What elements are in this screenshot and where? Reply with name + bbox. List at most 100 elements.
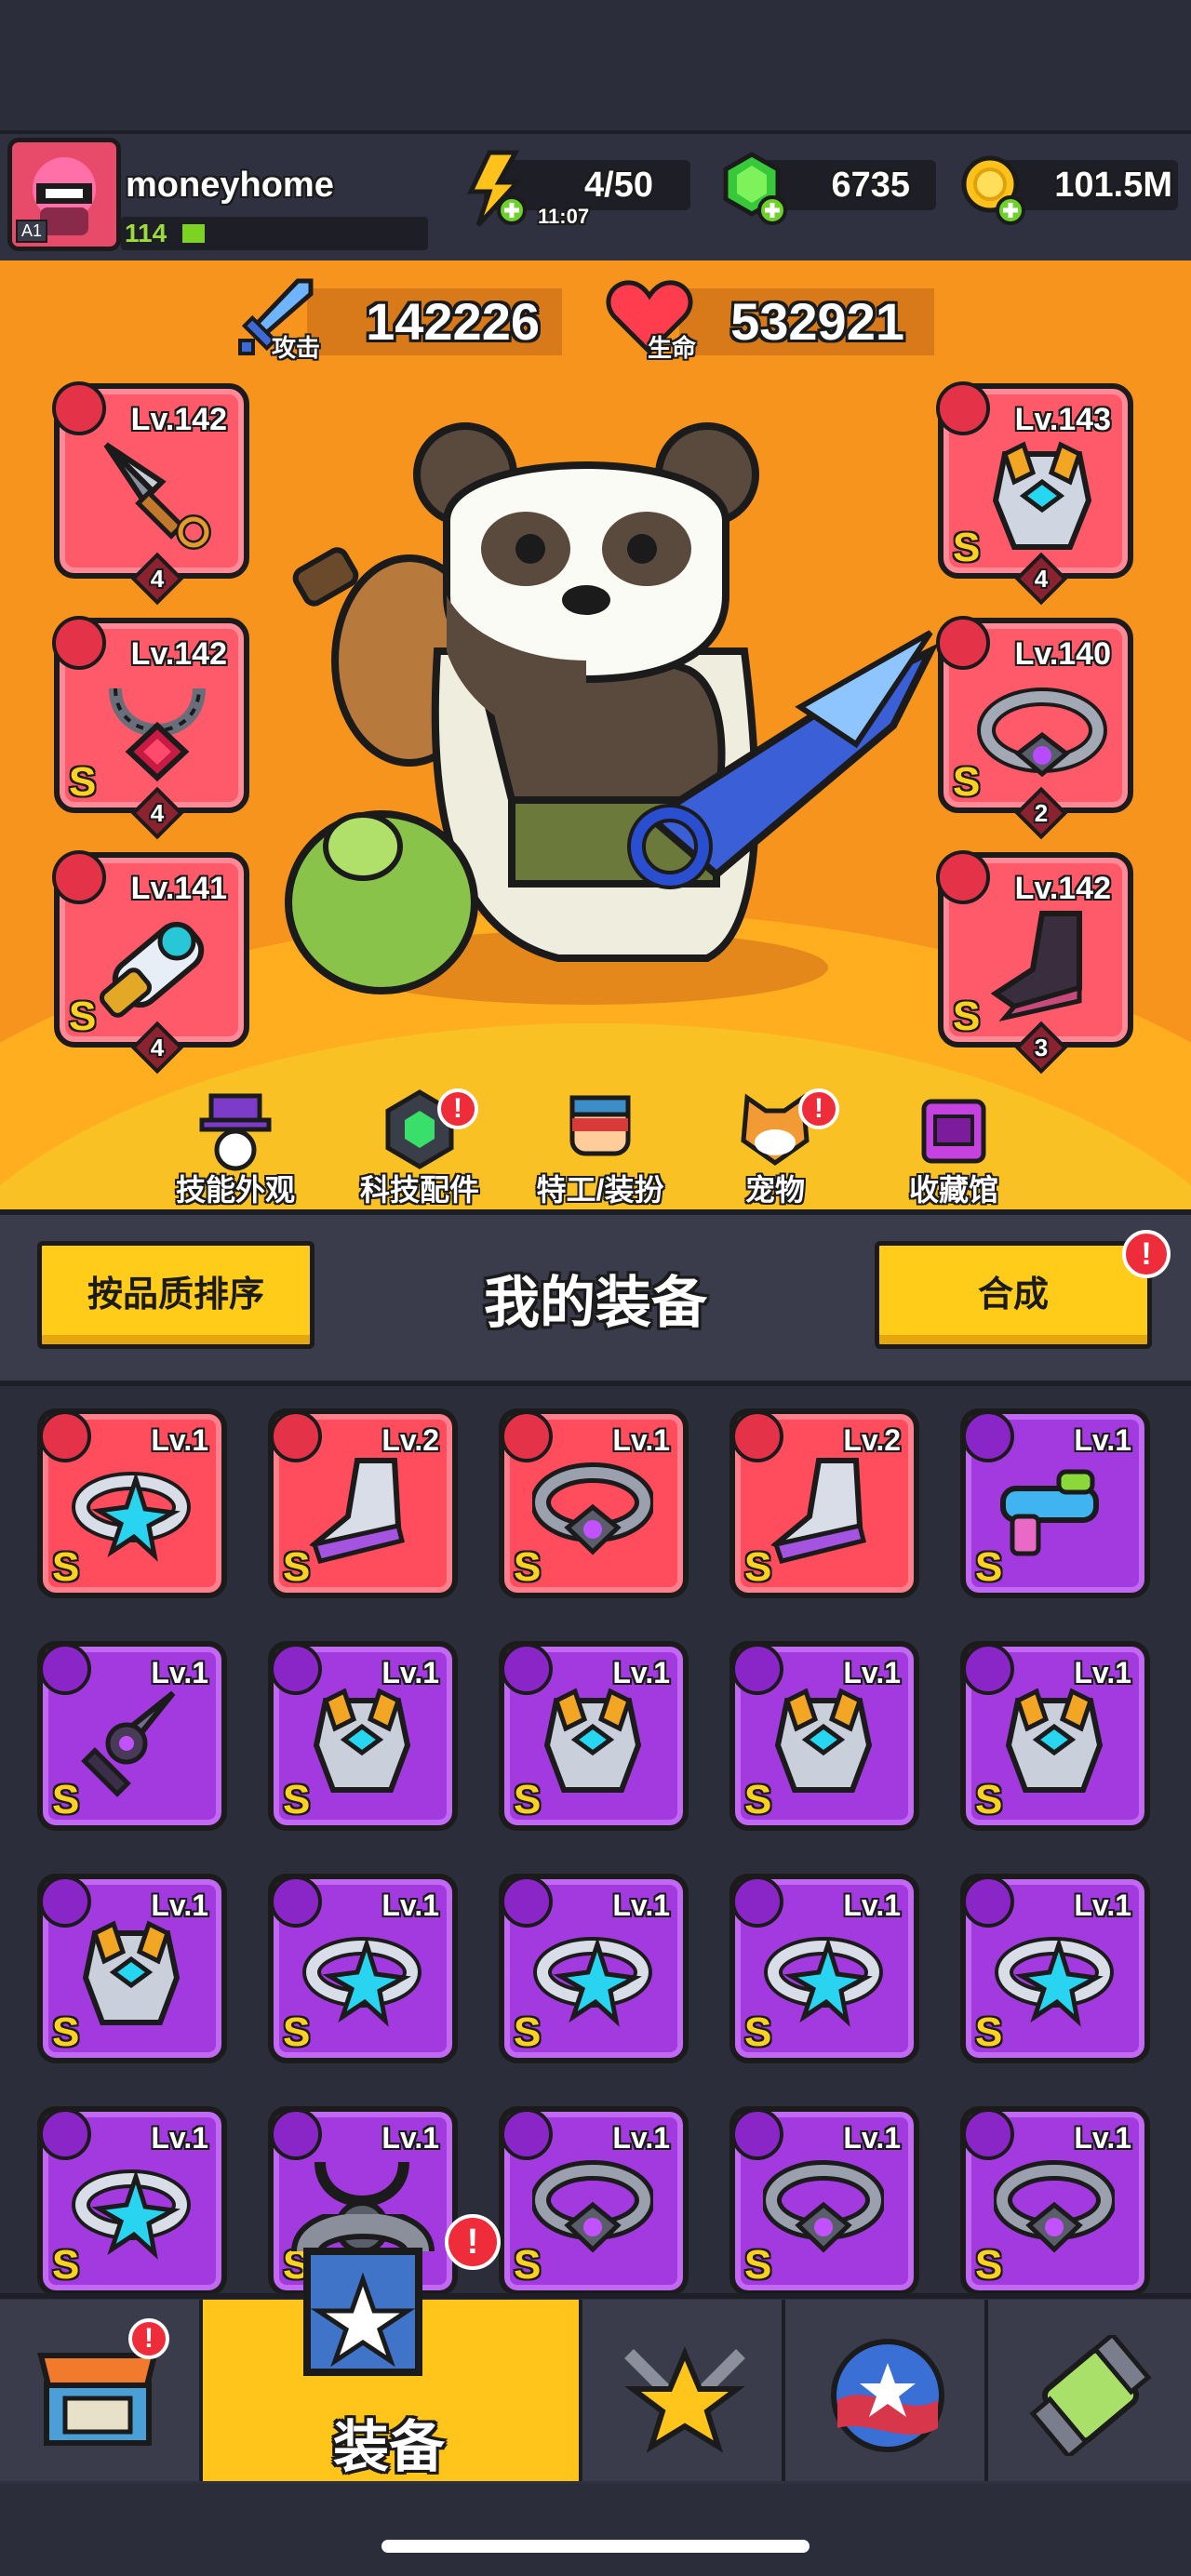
merge-alert-badge: ! [1122,1230,1171,1278]
gauntlet-icon [99,921,205,1018]
inventory-item[interactable]: Lv.1 S [960,2106,1150,2296]
glove-type-badge [52,850,106,904]
player-avatar[interactable]: A1 [7,138,121,251]
kunai-icon [103,442,211,550]
item-rank: S [283,1544,311,1590]
attack-label: 攻击 [272,334,321,362]
inventory-item[interactable]: Lv.1 S [960,1408,1150,1598]
agent-shortcut[interactable]: 特工/装扮 [521,1088,679,1209]
slot-level: Lv.141 [130,871,227,906]
boots-type-badge [936,850,990,904]
item-rank: S [514,2009,542,2055]
inventory-item[interactable]: Lv.1 S [268,1874,458,2063]
game-screen: { "player": {"name": "moneyhome", "level… [0,0,1191,2576]
inventory-item[interactable]: Lv.1 S [729,1874,919,2063]
gene-tube-icon [1029,2335,1152,2456]
armor-icon [82,1920,181,2025]
ring-icon [72,1471,191,1562]
inventory-item[interactable]: Lv.1 S [37,1408,227,1598]
inventory-item[interactable]: Lv.1 S [499,1874,689,2063]
armor-icon [313,1688,411,1793]
slot-level: Lv.142 [1014,871,1111,906]
armor-icon [1005,1688,1104,1793]
inventory-item[interactable]: Lv.1 S [729,2106,919,2296]
belt-type-badge [936,616,990,670]
inventory-item[interactable]: Lv.1 S [499,1408,689,1598]
equipped-weapon-slot[interactable]: Lv.142 4 [52,381,249,606]
equipped-belt-slot[interactable]: Lv.140 S 2 [936,616,1133,840]
merge-button[interactable]: 合成 [875,1241,1152,1349]
inventory-item[interactable]: Lv.2 S [729,1408,919,1598]
lightning-icon [467,150,527,227]
nav-tab-talent[interactable] [582,2300,785,2481]
necklace-type-badge [52,616,106,670]
nav-tab-gene[interactable] [988,2300,1191,2481]
nav-tab-shop[interactable]: ! [0,2300,203,2481]
talent-star-icon [624,2346,745,2453]
inventory-item[interactable]: Lv.2 S [268,1408,458,1598]
inventory-item[interactable]: Lv.1 S [499,1641,689,1831]
item-rank: S [744,2242,772,2288]
hp-value: 532921 [730,292,904,351]
slot-level: Lv.140 [1014,636,1111,672]
hp-label: 生命 [648,334,697,362]
inventory-item[interactable]: Lv.1 S [37,2106,227,2296]
inventory-title: 我的装备 [484,1272,707,1334]
item-rank: S [52,2242,80,2288]
sort-by-quality-button[interactable]: 按品质排序 [37,1241,314,1349]
armor-type-badge [936,381,990,435]
player-level: 114 [125,219,167,247]
nav-tab-battle[interactable] [785,2300,988,2481]
skill-skin-shortcut[interactable]: 技能外观 [156,1088,314,1209]
belt-icon [977,687,1107,778]
rank-label: S [953,994,981,1039]
inventory-item[interactable]: Lv.1 S [729,1641,919,1831]
inventory-item[interactable]: Lv.1 S [499,2106,689,2296]
belt-icon [532,1462,653,1555]
collection-shortcut[interactable]: 收藏馆 [875,1088,1033,1209]
shortcut-label: 宠物 [744,1173,805,1207]
rank-label: S [953,525,981,570]
necklace-icon [109,687,206,782]
ring-icon [533,1936,652,2027]
inventory-item[interactable]: Lv.1 S [268,1641,458,1831]
hp-stat-box: 532921 [679,288,934,355]
equipped-armor-slot[interactable]: Lv.143 S 4 [936,381,1133,606]
rank-label: S [69,759,97,805]
equipped-boots-slot[interactable]: Lv.142 S 3 [936,850,1133,1074]
inventory-item[interactable]: Lv.1 S [37,1874,227,2063]
ring-icon [995,1936,1114,2027]
ring-icon [764,1936,883,2027]
rank-label: S [69,994,97,1039]
ring-icon [302,1936,422,2027]
item-rank: S [514,1777,542,1822]
energy-timer: 11:07 [538,205,590,228]
nav-label-equipment: 装备 [333,2416,445,2478]
alert-badge: ! [437,1088,478,1129]
alert-badge: ! [128,2318,169,2359]
inventory-item[interactable]: Lv.1 S [960,1874,1150,2063]
player-level-bar: 114 [121,217,428,250]
item-rank: S [514,1544,542,1590]
item-rank: S [975,1777,1003,1822]
boots-icon [990,911,1082,1022]
equipped-necklace-slot[interactable]: Lv.142 S 4 [52,616,249,840]
attack-value: 142226 [366,292,540,351]
equipped-glove-slot[interactable]: Lv.141 S 4 [52,850,249,1074]
shortcut-label: 特工/装扮 [536,1173,664,1207]
armor-icon [992,441,1092,550]
equipment-icon [291,2214,435,2376]
boots-icon [309,1458,406,1564]
equipment-alert-badge: ! [445,2214,501,2270]
item-rank: S [283,2009,311,2055]
inventory-item[interactable]: Lv.1 S [960,1641,1150,1831]
shortcut-label: 技能外观 [175,1173,295,1207]
item-rank: S [744,2009,772,2055]
alert-badge: ! [798,1088,839,1129]
gun-icon [1000,1469,1099,1556]
pet-shortcut[interactable]: ! 宠物 [696,1088,854,1209]
tech-parts-shortcut[interactable]: ! 科技配件 [341,1088,499,1209]
gem-icon [723,152,787,225]
armor-icon [774,1688,873,1793]
inventory-item[interactable]: Lv.1 S [37,1641,227,1831]
